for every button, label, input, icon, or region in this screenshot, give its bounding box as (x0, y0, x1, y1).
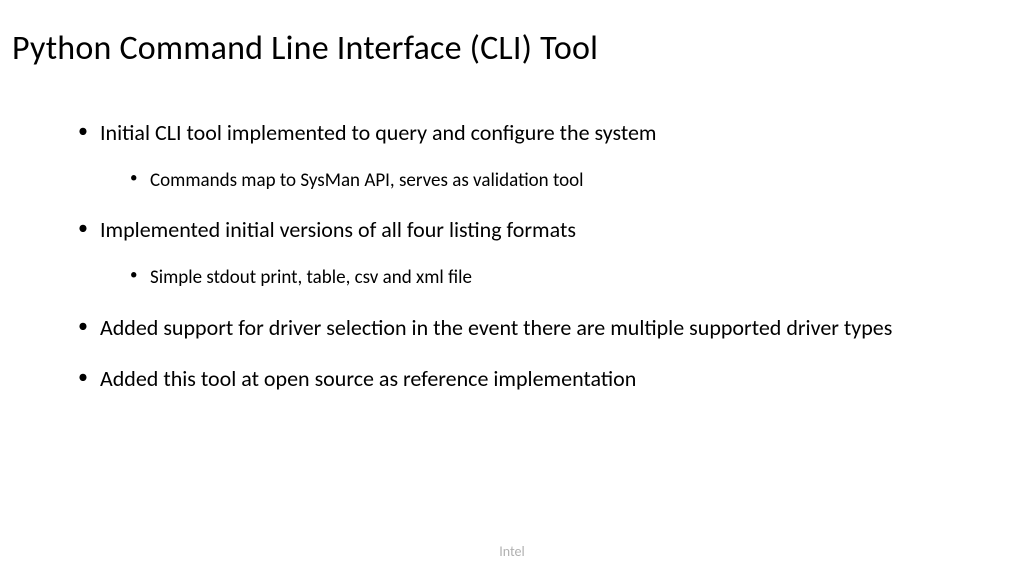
bullet-text: Added this tool at open source as refere… (100, 365, 636, 392)
slide: Python Command Line Interface (CLI) Tool… (0, 0, 1024, 576)
bullet-item: Initial CLI tool implemented to query an… (78, 119, 964, 192)
bullet-list: Initial CLI tool implemented to query an… (78, 119, 964, 393)
slide-footer: Intel (0, 543, 1024, 560)
sub-bullet-list: Commands map to SysMan API, serves as va… (130, 169, 964, 193)
slide-content: Initial CLI tool implemented to query an… (0, 69, 1024, 393)
bullet-text: Added support for driver selection in th… (100, 314, 892, 341)
sub-bullet-list: Simple stdout print, table, csv and xml … (130, 266, 964, 290)
bullet-item: Added support for driver selection in th… (78, 314, 964, 342)
sub-bullet-item: Commands map to SysMan API, serves as va… (130, 169, 964, 193)
bullet-item: Added this tool at open source as refere… (78, 365, 964, 393)
bullet-text: Implemented initial versions of all four… (100, 216, 576, 243)
sub-bullet-item: Simple stdout print, table, csv and xml … (130, 266, 964, 290)
slide-title: Python Command Line Interface (CLI) Tool (0, 0, 1024, 69)
bullet-item: Implemented initial versions of all four… (78, 216, 964, 289)
bullet-text: Initial CLI tool implemented to query an… (100, 119, 656, 146)
